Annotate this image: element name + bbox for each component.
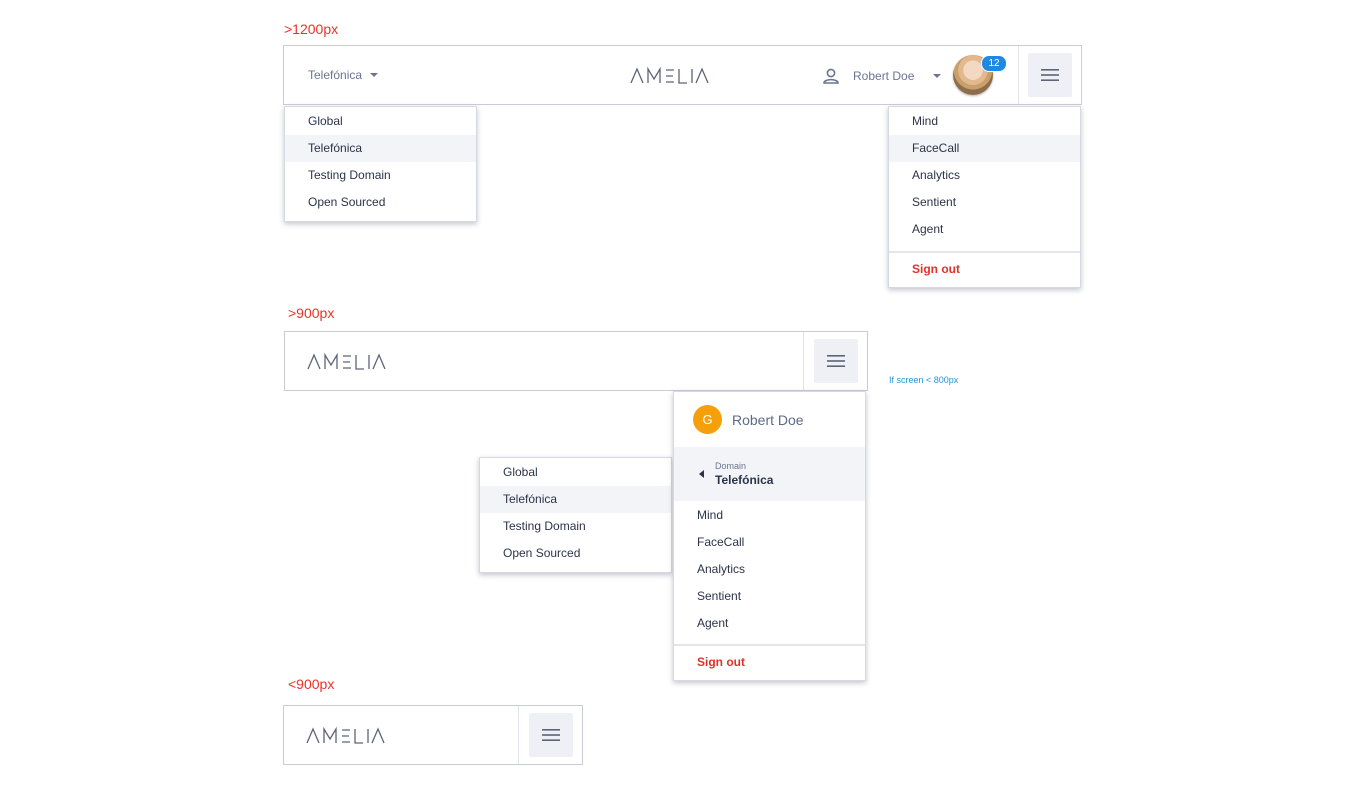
domain-dropdown-medium: Global Telefónica Testing Domain Open So… — [479, 457, 672, 573]
menu-button-area — [803, 332, 867, 390]
amelia-logo — [306, 726, 386, 746]
domain-option-global[interactable]: Global — [480, 459, 671, 486]
user-icon — [823, 68, 839, 84]
header-large: Telefónica Robert Doe 12 — [283, 45, 1082, 105]
app-sentient[interactable]: Sentient — [674, 583, 865, 610]
apps-dropdown: Mind FaceCall Analytics Sentient Agent S… — [888, 106, 1081, 288]
chevron-down-icon — [933, 74, 942, 78]
app-sentient[interactable]: Sentient — [889, 189, 1080, 216]
domain-option-telefonica[interactable]: Telefónica — [480, 486, 671, 513]
app-facecall[interactable]: FaceCall — [674, 529, 865, 556]
domain-value: Telefónica — [715, 473, 774, 487]
amelia-logo — [307, 352, 387, 372]
domain-option-testing[interactable]: Testing Domain — [480, 513, 671, 540]
domain-select-label: Telefónica — [308, 68, 363, 82]
header-small — [283, 705, 583, 765]
hamburger-menu-button[interactable] — [528, 713, 573, 757]
domain-caption: Domain — [715, 461, 747, 471]
app-agent[interactable]: Agent — [674, 610, 865, 637]
hamburger-icon — [826, 355, 845, 367]
amelia-logo-mark — [307, 352, 386, 370]
menu-button-area — [1018, 46, 1081, 104]
breakpoint-label-medium: >900px — [288, 305, 335, 321]
domain-option-global[interactable]: Global — [285, 108, 476, 135]
notification-badge[interactable]: 12 — [981, 55, 1007, 72]
breakpoint-label-small: <900px — [288, 676, 335, 692]
domain-select[interactable]: Telefónica — [308, 68, 379, 82]
app-facecall[interactable]: FaceCall — [889, 135, 1080, 162]
chevron-down-icon — [370, 73, 379, 77]
hamburger-icon — [1041, 69, 1059, 81]
app-analytics[interactable]: Analytics — [889, 162, 1080, 189]
app-mind[interactable]: Mind — [889, 108, 1080, 135]
menu-button-area — [518, 706, 582, 764]
domain-switcher[interactable]: Domain Telefónica — [674, 447, 865, 501]
domain-option-open-sourced[interactable]: Open Sourced — [480, 540, 671, 567]
sign-out-button[interactable]: Sign out — [674, 649, 865, 676]
sign-out-button[interactable]: Sign out — [889, 256, 1080, 283]
small-screen-note: If screen < 800px — [889, 375, 959, 385]
mobile-user-name: Robert Doe — [732, 411, 804, 428]
mobile-menu-panel: G Robert Doe Domain Telefónica Mind Face… — [673, 391, 866, 681]
app-analytics[interactable]: Analytics — [674, 556, 865, 583]
amelia-logo-mark — [630, 66, 709, 84]
amelia-logo — [630, 66, 710, 86]
header-medium — [284, 331, 868, 391]
hamburger-menu-button[interactable] — [1028, 53, 1072, 97]
hamburger-icon — [541, 729, 560, 741]
app-mind[interactable]: Mind — [674, 502, 865, 529]
domain-dropdown: Global Telefónica Testing Domain Open So… — [284, 106, 477, 222]
divider — [674, 644, 865, 646]
divider — [889, 251, 1080, 253]
user-menu-trigger[interactable]: Robert Doe — [822, 67, 942, 85]
user-row: G Robert Doe — [674, 392, 865, 447]
domain-option-telefonica[interactable]: Telefónica — [285, 135, 476, 162]
amelia-logo-mark — [306, 726, 385, 744]
user-name: Robert Doe — [853, 69, 915, 83]
app-agent[interactable]: Agent — [889, 216, 1080, 243]
breakpoint-label-large: >1200px — [284, 21, 339, 37]
hamburger-menu-button[interactable] — [813, 339, 858, 383]
avatar: G — [693, 405, 722, 434]
domain-option-open-sourced[interactable]: Open Sourced — [285, 189, 476, 216]
chevron-left-icon — [699, 470, 704, 478]
domain-option-testing[interactable]: Testing Domain — [285, 162, 476, 189]
